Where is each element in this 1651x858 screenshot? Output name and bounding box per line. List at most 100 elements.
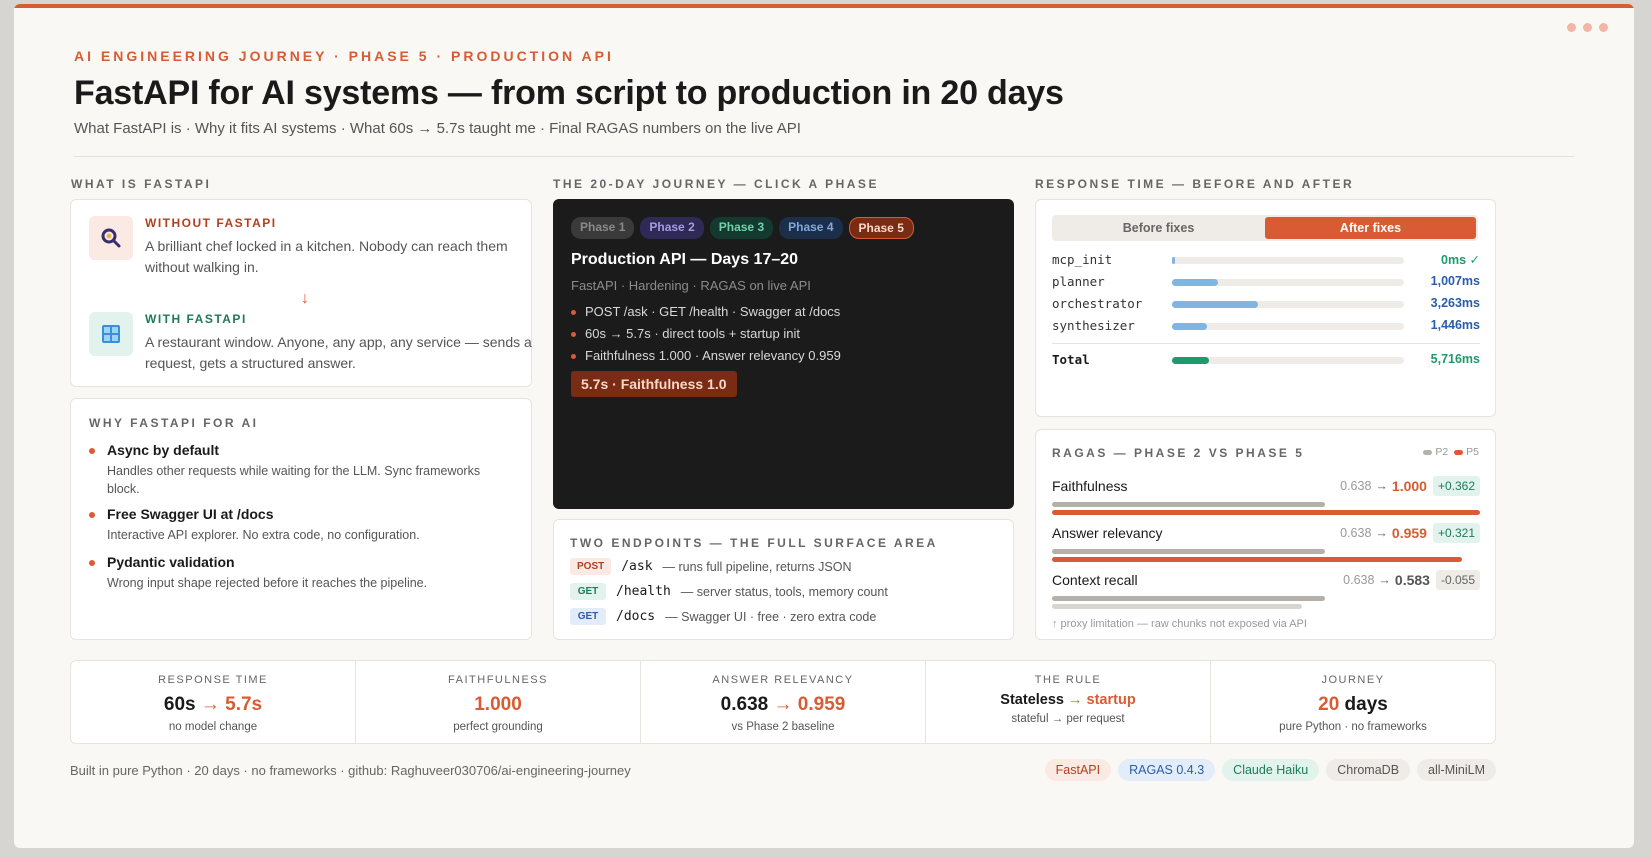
timing-total-label: Total bbox=[1052, 352, 1090, 367]
window-menu-dots-icon[interactable] bbox=[1567, 23, 1608, 32]
phase-point: Faithfulness 1.000 · Answer relevancy 0.… bbox=[571, 345, 841, 367]
ragas-delta: -0.055 bbox=[1435, 570, 1480, 590]
stat-answer-relevancy: ANSWER RELEVANCY 0.638 → 0.959 vs Phase … bbox=[641, 661, 926, 743]
tech-chips: FastAPI RAGAS 0.4.3 Claude Haiku ChromaD… bbox=[1044, 759, 1496, 781]
why-item-desc: Wrong input shape rejected before it rea… bbox=[107, 576, 428, 590]
ragas-row: Faithfulness 0.638 → 1.000 +0.362 bbox=[1052, 476, 1480, 518]
timing-track bbox=[1172, 257, 1404, 264]
magnifier-icon bbox=[89, 216, 133, 260]
response-card: Before fixes After fixes mcp_init 0ms ✓ … bbox=[1035, 199, 1496, 417]
ragas-note: ↑ proxy limitation — raw chunks not expo… bbox=[1052, 618, 1307, 630]
timing-value: 3,263ms bbox=[1430, 296, 1480, 310]
divider bbox=[74, 156, 1574, 157]
chip-claude: Claude Haiku bbox=[1222, 759, 1320, 781]
timing-total-row: Total 5,716ms bbox=[1052, 352, 1480, 368]
legend-p5: P5 bbox=[1454, 446, 1479, 458]
accent-bar bbox=[14, 4, 1634, 8]
ragas-card: RAGAS — PHASE 2 VS PHASE 5 P2 P5 Faithfu… bbox=[1035, 429, 1496, 640]
why-item-desc: Handles other requests while waiting for… bbox=[107, 464, 481, 496]
why-card: WHY FASTAPI FOR AI Async by default Hand… bbox=[70, 398, 532, 640]
why-item-desc: Interactive API explorer. No extra code,… bbox=[107, 528, 420, 542]
endpoints-card: TWO ENDPOINTS — THE FULL SURFACE AREA PO… bbox=[553, 519, 1014, 640]
endpoint-row[interactable]: POST /ask — runs full pipeline, returns … bbox=[570, 558, 852, 575]
endpoint-path: /ask bbox=[621, 559, 653, 574]
tab-phase-5[interactable]: Phase 5 bbox=[848, 217, 914, 239]
why-item-title: Pydantic validation bbox=[107, 554, 235, 570]
tab-phase-3[interactable]: Phase 3 bbox=[709, 217, 774, 239]
ragas-delta: +0.362 bbox=[1432, 476, 1480, 496]
timing-bar bbox=[1172, 257, 1175, 264]
tab-after-fixes[interactable]: After fixes bbox=[1265, 217, 1476, 239]
phase-badge: 5.7s · Faithfulness 1.0 bbox=[571, 371, 737, 397]
timing-total-value: 5,716ms bbox=[1430, 352, 1480, 366]
phase-tabs: Phase 1 Phase 2 Phase 3 Phase 4 Phase 5 bbox=[571, 217, 914, 239]
timing-track bbox=[1172, 323, 1404, 330]
endpoint-desc: — server status, tools, memory count bbox=[680, 584, 888, 599]
method-badge: GET bbox=[570, 583, 606, 600]
section-label-endpoints: TWO ENDPOINTS — THE FULL SURFACE AREA bbox=[570, 536, 938, 550]
arrow-down-icon: ↓ bbox=[301, 290, 309, 307]
footer-text: Built in pure Python · 20 days · no fram… bbox=[70, 763, 631, 778]
without-text: A brilliant chef locked in a kitchen. No… bbox=[145, 238, 508, 275]
window-icon bbox=[89, 312, 133, 356]
ragas-bar-p2 bbox=[1052, 596, 1326, 601]
divider bbox=[1052, 343, 1480, 344]
endpoint-path: /docs bbox=[616, 609, 656, 624]
ragas-values: 0.638 → 1.000 +0.362 bbox=[1340, 476, 1480, 496]
section-label-why: WHY FASTAPI FOR AI bbox=[89, 416, 259, 430]
ragas-values: 0.638 → 0.583 -0.055 bbox=[1343, 570, 1480, 590]
ragas-row: Context recall 0.638 → 0.583 -0.055 bbox=[1052, 570, 1480, 612]
without-heading: WITHOUT FASTAPI bbox=[145, 216, 277, 230]
endpoint-path: /health bbox=[616, 584, 671, 599]
bullet-icon bbox=[89, 560, 95, 566]
bullet-icon bbox=[89, 512, 95, 518]
section-label-what: WHAT IS FASTAPI bbox=[71, 177, 212, 191]
endpoint-desc: — Swagger UI · free · zero extra code bbox=[665, 609, 877, 624]
timing-track bbox=[1172, 357, 1404, 364]
before-after-toggle: Before fixes After fixes bbox=[1052, 215, 1478, 241]
timing-row: planner 1,007ms bbox=[1052, 274, 1480, 290]
endpoint-row[interactable]: GET /docs — Swagger UI · free · zero ext… bbox=[570, 608, 876, 625]
endpoint-desc: — runs full pipeline, returns JSON bbox=[662, 559, 852, 574]
chip-minilm: all-MiniLM bbox=[1417, 759, 1496, 781]
bullet-icon bbox=[89, 448, 95, 454]
stats-strip: RESPONSE TIME 60s → 5.7s no model change… bbox=[70, 660, 1496, 744]
timing-value: 0ms ✓ bbox=[1441, 253, 1480, 267]
timing-label: planner bbox=[1052, 274, 1105, 289]
stat-faithfulness: FAITHFULNESS 1.000 perfect grounding bbox=[356, 661, 641, 743]
ragas-delta: +0.321 bbox=[1432, 523, 1480, 543]
method-badge: GET bbox=[570, 608, 606, 625]
timing-total-bar bbox=[1172, 357, 1210, 364]
tab-phase-4[interactable]: Phase 4 bbox=[779, 217, 843, 239]
timing-row: orchestrator 3,263ms bbox=[1052, 296, 1480, 312]
timing-value: 1,446ms bbox=[1430, 318, 1480, 332]
ragas-metric: Answer relevancy bbox=[1052, 525, 1163, 541]
timing-bar bbox=[1172, 323, 1207, 330]
timing-track bbox=[1172, 301, 1404, 308]
method-badge: POST bbox=[570, 558, 612, 575]
ragas-legend: P2 P5 bbox=[1423, 446, 1479, 458]
timing-bar bbox=[1172, 279, 1219, 286]
timing-value: 1,007ms bbox=[1430, 274, 1480, 288]
tab-phase-2[interactable]: Phase 2 bbox=[640, 217, 704, 239]
stat-response-time: RESPONSE TIME 60s → 5.7s no model change bbox=[71, 661, 356, 743]
timing-label: orchestrator bbox=[1052, 296, 1143, 311]
timing-track bbox=[1172, 279, 1404, 286]
endpoint-row[interactable]: GET /health — server status, tools, memo… bbox=[570, 583, 888, 600]
window-frame: AI ENGINEERING JOURNEY · PHASE 5 · PRODU… bbox=[14, 4, 1634, 848]
ragas-metric: Context recall bbox=[1052, 572, 1138, 588]
ragas-bar-p2 bbox=[1052, 502, 1326, 507]
page-title: FastAPI for AI systems — from script to … bbox=[74, 74, 1064, 112]
tab-phase-1[interactable]: Phase 1 bbox=[571, 217, 635, 239]
phase-subtitle: FastAPI · Hardening · RAGAS on live API bbox=[571, 278, 811, 293]
journey-panel: Phase 1 Phase 2 Phase 3 Phase 4 Phase 5 … bbox=[553, 199, 1014, 509]
stat-the-rule: THE RULE Stateless → startup stateful → … bbox=[926, 661, 1211, 743]
ragas-row: Answer relevancy 0.638 → 0.959 +0.321 bbox=[1052, 523, 1480, 565]
phase-point: POST /ask · GET /health · Swagger at /do… bbox=[571, 301, 841, 323]
with-text: A restaurant window. Anyone, any app, an… bbox=[145, 334, 532, 371]
phase-point: 60s → 5.7s · direct tools + startup init bbox=[571, 323, 841, 345]
phase-points: POST /ask · GET /health · Swagger at /do… bbox=[571, 301, 841, 367]
phase-title: Production API — Days 17–20 bbox=[571, 251, 799, 268]
timing-bar bbox=[1172, 301, 1258, 308]
tab-before-fixes[interactable]: Before fixes bbox=[1054, 217, 1263, 239]
